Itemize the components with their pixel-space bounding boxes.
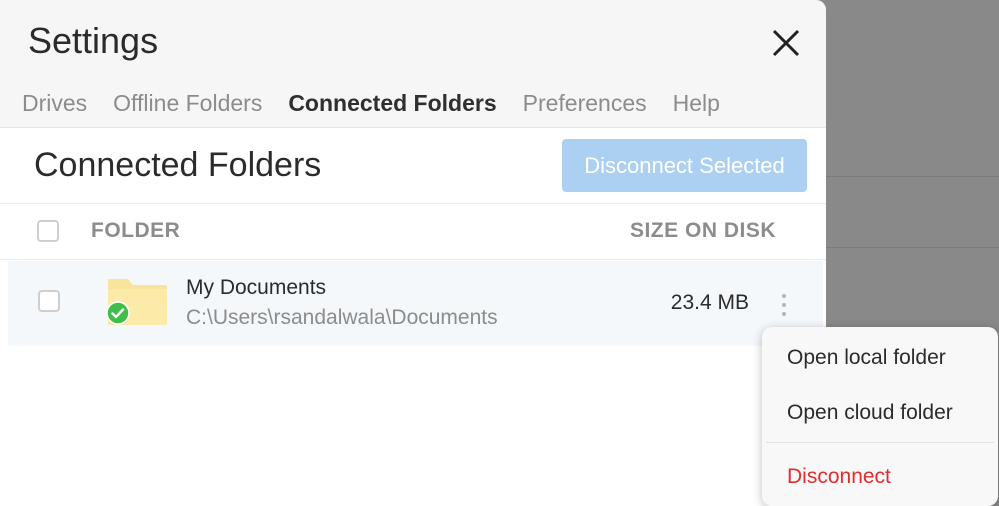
section-title: Connected Folders <box>34 146 322 184</box>
column-header-folder[interactable]: FOLDER <box>91 219 180 243</box>
more-options-icon[interactable] <box>776 291 792 319</box>
synced-check-icon <box>106 301 130 325</box>
context-menu: Open local folder Open cloud folder Disc… <box>762 327 998 506</box>
tab-connected-folders[interactable]: Connected Folders <box>288 90 496 120</box>
menu-item-open-local-folder[interactable]: Open local folder <box>787 346 946 370</box>
settings-tabs: Drives Offline Folders Connected Folders… <box>22 90 746 120</box>
tab-offline-folders[interactable]: Offline Folders <box>113 90 262 120</box>
table-row[interactable]: My Documents C:\Users\rsandalwala\Docume… <box>8 261 823 346</box>
close-button[interactable] <box>766 23 806 63</box>
tab-help[interactable]: Help <box>673 90 720 120</box>
section-header: Connected Folders Disconnect Selected <box>0 128 826 204</box>
close-icon <box>772 29 800 57</box>
tab-preferences[interactable]: Preferences <box>523 90 647 120</box>
folder-name: My Documents <box>186 276 327 299</box>
table-header: FOLDER SIZE ON DISK <box>0 204 826 260</box>
settings-dialog: Settings Drives Offline Folders Connecte… <box>0 0 826 506</box>
menu-item-open-cloud-folder[interactable]: Open cloud folder <box>787 401 953 425</box>
folder-size: 23.4 MB <box>670 291 749 314</box>
folder-path: C:\Users\rsandalwala\Documents <box>186 306 498 329</box>
column-header-size[interactable]: SIZE ON DISK <box>630 219 776 243</box>
menu-divider <box>766 442 994 443</box>
backdrop-divider <box>826 247 999 248</box>
select-all-checkbox[interactable] <box>37 220 59 242</box>
dialog-header: Settings Drives Offline Folders Connecte… <box>0 0 826 128</box>
disconnect-selected-button[interactable]: Disconnect Selected <box>562 139 807 192</box>
menu-item-disconnect[interactable]: Disconnect <box>787 465 891 489</box>
dialog-title: Settings <box>28 20 159 61</box>
row-checkbox[interactable] <box>38 290 60 312</box>
tab-drives[interactable]: Drives <box>22 90 87 120</box>
backdrop-divider <box>826 176 999 177</box>
